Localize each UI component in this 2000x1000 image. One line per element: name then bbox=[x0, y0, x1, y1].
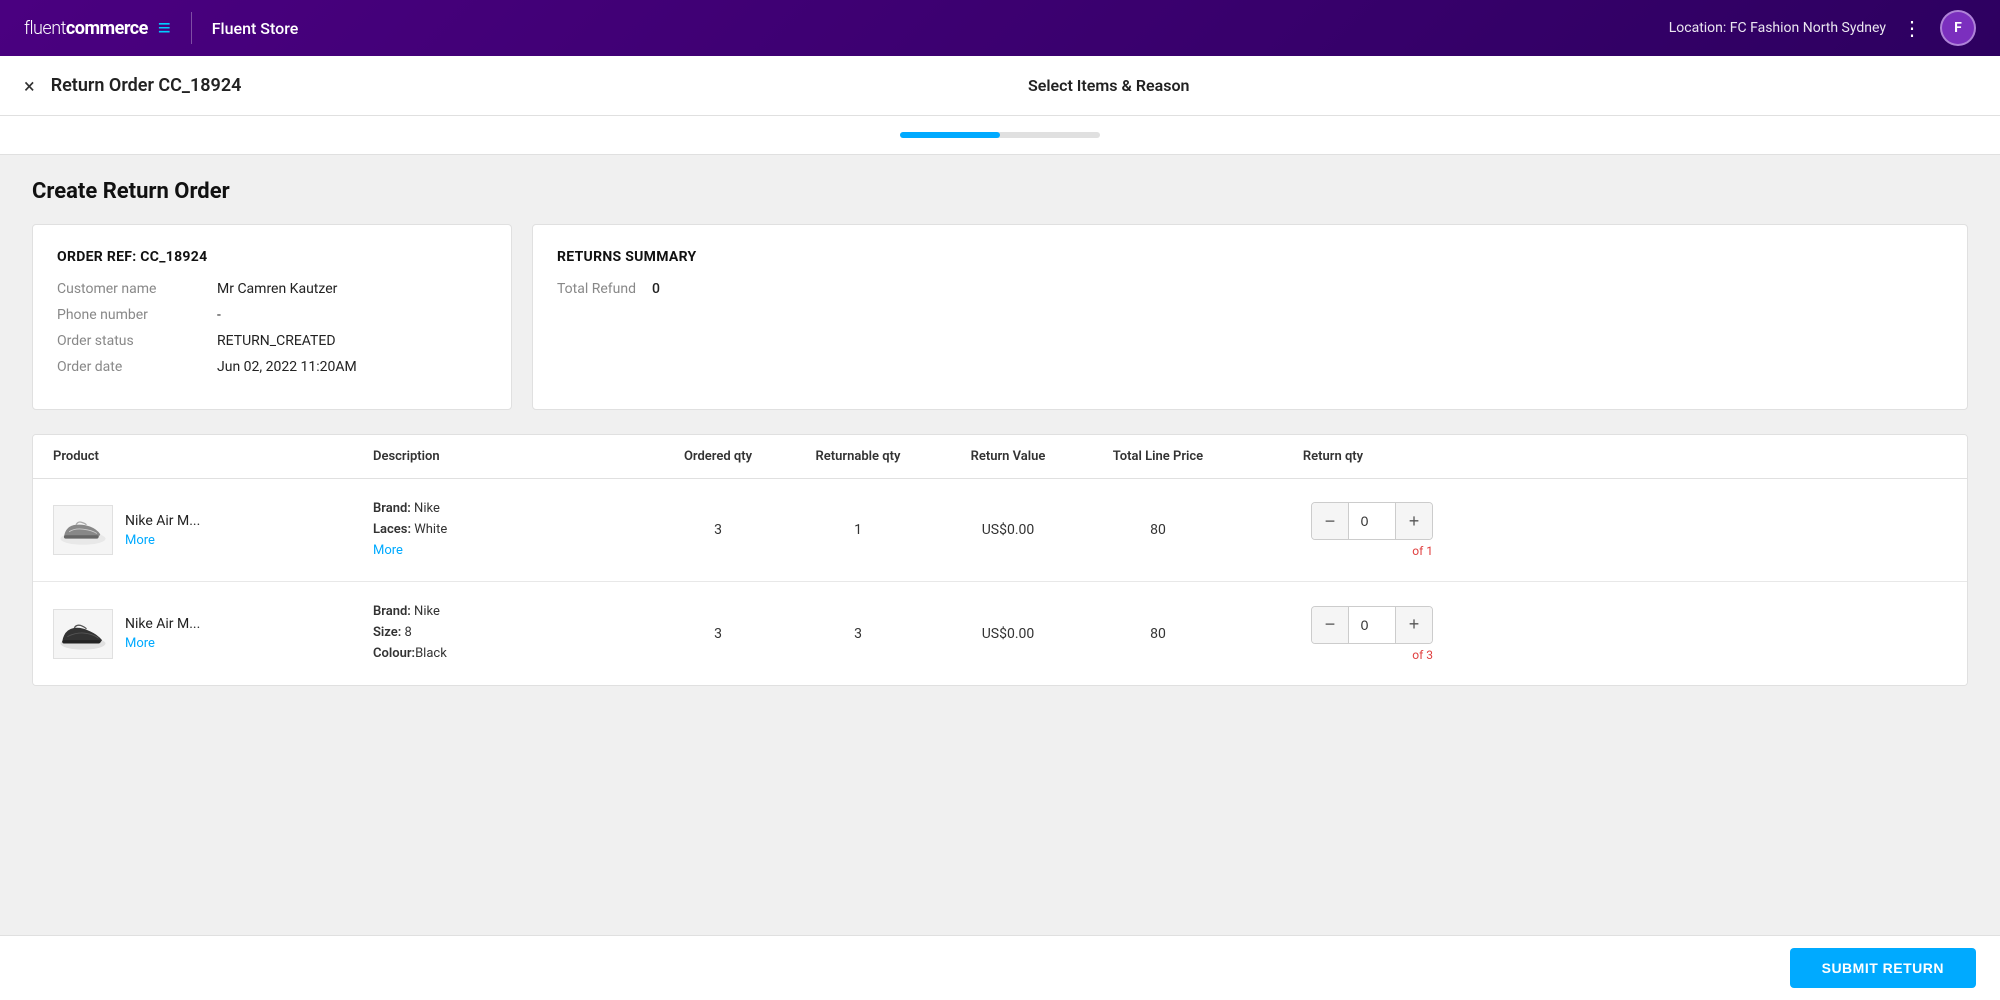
product-info-1: Nike Air M... More bbox=[125, 513, 200, 548]
of-label-1: of 1 bbox=[1412, 544, 1433, 558]
header-divider bbox=[191, 12, 192, 44]
progress-container bbox=[0, 116, 2000, 155]
qty-stepper-1: − + of 1 bbox=[1233, 502, 1433, 558]
customer-name-row: Customer name Mr Camren Kautzer bbox=[57, 281, 487, 297]
total-line-price-2: 80 bbox=[1083, 626, 1233, 642]
location-label: Location: FC Fashion North Sydney bbox=[1669, 20, 1886, 36]
returns-summary-header: RETURNS SUMMARY bbox=[557, 249, 1943, 265]
shoe-image-1 bbox=[57, 510, 109, 550]
more-options-icon[interactable]: ⋮ bbox=[1902, 16, 1924, 40]
cards-row: ORDER REF: CC_18924 Customer name Mr Cam… bbox=[32, 224, 1968, 410]
header-right: Location: FC Fashion North Sydney ⋮ F bbox=[1669, 10, 1976, 46]
product-name-1: Nike Air M... bbox=[125, 513, 200, 529]
col-return-qty: Return qty bbox=[1233, 449, 1433, 464]
product-image-1 bbox=[53, 505, 113, 555]
qty-stepper-2: − + of 3 bbox=[1233, 606, 1433, 662]
customer-name-value: Mr Camren Kautzer bbox=[217, 281, 337, 297]
phone-number-value: - bbox=[217, 307, 221, 323]
return-value-2: US$0.00 bbox=[933, 626, 1083, 642]
product-more-link-1[interactable]: More bbox=[125, 533, 155, 548]
main-content: Create Return Order ORDER REF: CC_18924 … bbox=[0, 155, 2000, 710]
product-info-2: Nike Air M... More bbox=[125, 616, 200, 651]
footer-bar: SUBMIT RETURN bbox=[0, 935, 2000, 1000]
product-cell-1: Nike Air M... More bbox=[53, 505, 373, 555]
order-status-label: Order status bbox=[57, 333, 217, 349]
order-date-row: Order date Jun 02, 2022 11:20AM bbox=[57, 359, 487, 375]
desc-line-laces-1: Laces: White bbox=[373, 520, 653, 541]
customer-name-label: Customer name bbox=[57, 281, 217, 297]
order-status-row: Order status RETURN_CREATED bbox=[57, 333, 487, 349]
logo-text: fluentcommerce bbox=[24, 18, 148, 39]
step-title: Select Items & Reason bbox=[1028, 76, 1189, 95]
col-return-value: Return Value bbox=[933, 449, 1083, 464]
order-date-value: Jun 02, 2022 11:20AM bbox=[217, 359, 357, 375]
stepper-decrement-1[interactable]: − bbox=[1312, 503, 1348, 539]
col-returnable-qty: Returnable qty bbox=[783, 449, 933, 464]
returnable-qty-2: 3 bbox=[783, 626, 933, 642]
order-card: ORDER REF: CC_18924 Customer name Mr Cam… bbox=[32, 224, 512, 410]
total-refund-value: 0 bbox=[652, 281, 660, 297]
product-name-2: Nike Air M... bbox=[125, 616, 200, 632]
stepper-row-1: − + bbox=[1311, 502, 1433, 540]
store-name: Fluent Store bbox=[212, 19, 299, 38]
desc-line-size-2: Size: 8 bbox=[373, 623, 653, 644]
progress-bar-fill bbox=[900, 132, 1000, 138]
col-description: Description bbox=[373, 449, 653, 464]
order-date-label: Order date bbox=[57, 359, 217, 375]
desc-cell-2: Brand: Nike Size: 8 Colour:Black bbox=[373, 602, 653, 664]
total-line-price-1: 80 bbox=[1083, 522, 1233, 538]
table-header-row: Product Description Ordered qty Returnab… bbox=[33, 435, 1967, 479]
desc-line-colour-2: Colour:Black bbox=[373, 644, 653, 665]
col-total-line-price: Total Line Price bbox=[1083, 449, 1233, 464]
page-title: Create Return Order bbox=[32, 179, 1968, 204]
col-ordered-qty: Ordered qty bbox=[653, 449, 783, 464]
stepper-row-2: − + bbox=[1311, 606, 1433, 644]
table-row: Nike Air M... More Brand: Nike Laces: Wh… bbox=[33, 479, 1967, 582]
ordered-qty-2: 3 bbox=[653, 626, 783, 642]
phone-number-label: Phone number bbox=[57, 307, 217, 323]
total-refund-row: Total Refund 0 bbox=[557, 281, 1943, 297]
user-avatar[interactable]: F bbox=[1940, 10, 1976, 46]
stepper-decrement-2[interactable]: − bbox=[1312, 607, 1348, 643]
table-row: Nike Air M... More Brand: Nike Size: 8 C… bbox=[33, 582, 1967, 684]
of-label-2: of 3 bbox=[1412, 648, 1433, 662]
return-value-1: US$0.00 bbox=[933, 522, 1083, 538]
top-bar: × Return Order CC_18924 Select Items & R… bbox=[0, 56, 2000, 116]
returns-summary-card: RETURNS SUMMARY Total Refund 0 bbox=[532, 224, 1968, 410]
ordered-qty-1: 3 bbox=[653, 522, 783, 538]
total-refund-label: Total Refund bbox=[557, 281, 636, 297]
stepper-input-1[interactable] bbox=[1348, 503, 1396, 539]
returnable-qty-1: 1 bbox=[783, 522, 933, 538]
product-more-link-2[interactable]: More bbox=[125, 636, 155, 651]
close-button[interactable]: × bbox=[24, 74, 35, 98]
logo-symbol-icon: ≡ bbox=[158, 15, 171, 41]
submit-return-button[interactable]: SUBMIT RETURN bbox=[1790, 948, 1976, 988]
stepper-input-2[interactable] bbox=[1348, 607, 1396, 643]
order-status-value: RETURN_CREATED bbox=[217, 333, 336, 349]
stepper-increment-1[interactable]: + bbox=[1396, 503, 1432, 539]
shoe-image-2 bbox=[57, 614, 109, 654]
product-cell-2: Nike Air M... More bbox=[53, 609, 373, 659]
desc-more-link-1[interactable]: More bbox=[373, 543, 403, 558]
return-order-title: Return Order CC_18924 bbox=[51, 75, 242, 96]
items-table: Product Description Ordered qty Returnab… bbox=[32, 434, 1968, 686]
col-product: Product bbox=[53, 449, 373, 464]
stepper-increment-2[interactable]: + bbox=[1396, 607, 1432, 643]
logo: fluentcommerce ≡ bbox=[24, 15, 171, 41]
phone-number-row: Phone number - bbox=[57, 307, 487, 323]
desc-line-brand-1: Brand: Nike bbox=[373, 499, 653, 520]
desc-cell-1: Brand: Nike Laces: White More bbox=[373, 499, 653, 561]
progress-bar-background bbox=[900, 132, 1100, 138]
app-header: fluentcommerce ≡ Fluent Store Location: … bbox=[0, 0, 2000, 56]
product-image-2 bbox=[53, 609, 113, 659]
desc-line-brand-2: Brand: Nike bbox=[373, 602, 653, 623]
order-card-header: ORDER REF: CC_18924 bbox=[57, 249, 487, 265]
